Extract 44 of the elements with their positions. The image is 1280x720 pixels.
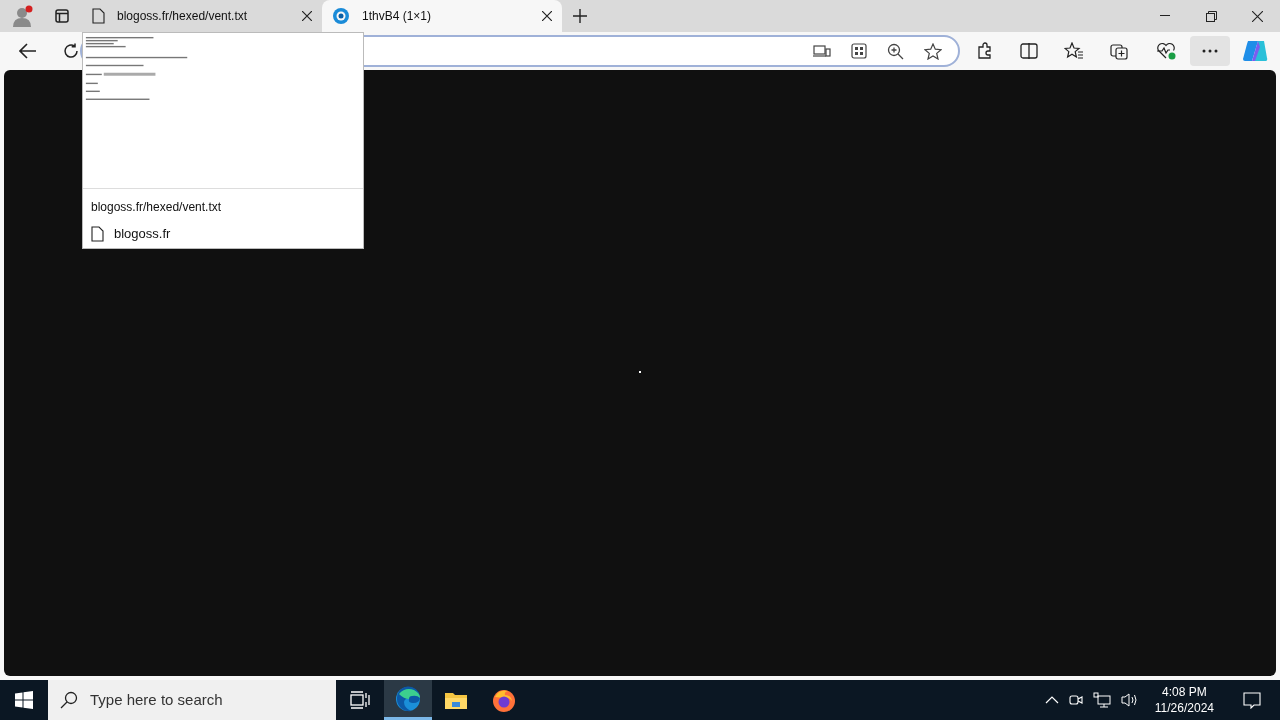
restore-icon[interactable] — [1205, 10, 1217, 22]
document-icon — [92, 8, 105, 24]
tab-actions-icon[interactable] — [55, 9, 69, 23]
heartbeat-icon[interactable] — [1156, 42, 1176, 60]
notification-icon[interactable] — [1243, 691, 1261, 709]
chevron-up-icon[interactable] — [1044, 696, 1059, 704]
close-icon[interactable] — [1251, 10, 1263, 22]
camera-icon[interactable] — [1068, 692, 1083, 708]
refresh-icon[interactable] — [63, 43, 79, 59]
clock-date[interactable]: 11/26/2024 — [1154, 700, 1214, 716]
back-arrow-icon[interactable] — [19, 43, 37, 59]
new-tab-icon[interactable] — [573, 9, 587, 23]
edge-browser-icon — [395, 685, 421, 712]
preview-url: blogoss.fr/hexed/vent.txt — [91, 199, 223, 216]
more-icon[interactable] — [1202, 49, 1218, 53]
taskbar-app-button[interactable] — [384, 680, 432, 720]
zoom-in-icon[interactable] — [887, 42, 904, 60]
loading-spinner-icon — [332, 7, 350, 25]
clock-time[interactable]: 4:08 PM — [1162, 684, 1207, 700]
split-screen-icon[interactable] — [1020, 43, 1038, 59]
folder-icon — [444, 690, 468, 710]
close-tab-icon[interactable] — [302, 11, 312, 21]
puzzle-icon[interactable] — [976, 42, 994, 60]
tab-title: 1thvB4 (1×1) — [362, 8, 433, 25]
minimize-icon[interactable] — [1160, 15, 1170, 17]
preview-site: blogoss.fr — [114, 225, 171, 243]
favorites-list-icon[interactable] — [1064, 42, 1084, 60]
volume-icon[interactable] — [1120, 692, 1139, 708]
taskbar-search-field[interactable]: Type here to search — [48, 680, 336, 720]
network-icon[interactable] — [1092, 692, 1111, 708]
favorite-star-icon[interactable] — [924, 42, 942, 60]
firefox-icon — [491, 687, 517, 713]
browser-tab[interactable]: 1thvB4 (1×1) — [322, 0, 562, 32]
app-grid-icon[interactable] — [851, 43, 867, 59]
tab-title: blogoss.fr/hexed/vent.txt — [117, 8, 249, 25]
document-icon — [91, 225, 104, 242]
profile-avatar-icon[interactable] — [11, 5, 33, 27]
windows-start-icon[interactable] — [15, 691, 33, 709]
device-icon[interactable] — [813, 44, 831, 58]
task-view-icon — [350, 691, 370, 709]
collections-icon[interactable] — [1110, 42, 1130, 60]
copilot-icon[interactable] — [1242, 38, 1268, 64]
search-icon — [60, 691, 78, 709]
close-tab-icon[interactable] — [542, 11, 552, 21]
